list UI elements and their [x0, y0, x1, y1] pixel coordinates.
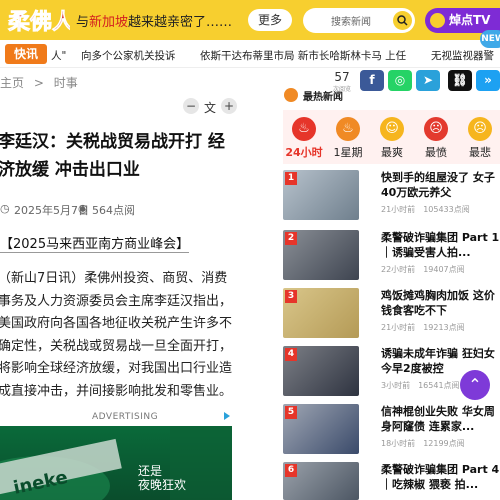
article-tag[interactable]: 【2025马来西亚南方商业峰会】 [0, 233, 190, 253]
tv-icon [430, 13, 445, 28]
article-body: （新山7日讯）柔佛州投资、商贸、消费事务及人力资源委员会主席李廷汉指出，美国政府… [0, 271, 233, 399]
new-badge: NEW [480, 30, 500, 48]
news-views: 105433点阅 [423, 205, 470, 214]
ad-text: 还是 夜晚狂欢 [138, 464, 187, 492]
arrow-up-icon: ⌃ [468, 375, 482, 394]
breadcrumb-home[interactable]: 主页 [0, 76, 24, 90]
link-icon: ⛓ [452, 73, 468, 87]
tab-1-week[interactable]: ♨ 1星期 [327, 110, 369, 164]
search-box[interactable]: 搜索新闻 [303, 8, 415, 33]
whatsapp-icon: ◎ [394, 73, 406, 87]
news-thumbnail[interactable]: 1 [283, 170, 359, 220]
hot-news-item[interactable]: 3 鸡饭摊鸡胸肉加饭 这价钱食客吃不下 21小时前 19213点阅 [283, 288, 500, 346]
header-tagline: 与新加坡越来越亲密了…… [76, 15, 233, 30]
hot-news-header: 最热新闻 [283, 88, 500, 108]
news-views: 12199点阅 [423, 439, 465, 448]
rank-badge: 2 [285, 232, 297, 245]
news-meta: 18小时前 12199点阅 [381, 438, 465, 449]
tab-saddest[interactable]: ☹ 最悲 [459, 110, 500, 164]
breadcrumb: 主页 > 时事 [0, 74, 78, 91]
news-title[interactable]: 柔警破诈骗集团 Part 1｜诱骗受害人拍... [381, 230, 500, 260]
fire-icon: ♨ [336, 117, 360, 141]
advertisement-image[interactable]: ineke 还是 夜晚狂欢 [0, 426, 232, 500]
news-thumbnail[interactable]: 3 [283, 288, 359, 338]
hot-news-title: 最热新闻 [303, 92, 343, 103]
font-decrease-button[interactable]: − [183, 98, 199, 114]
news-title[interactable]: 鸡饭摊鸡胸肉加饭 这价钱食客吃不下 [381, 288, 500, 318]
news-views: 19407点阅 [423, 265, 465, 274]
tab-label: 最爽 [381, 146, 403, 159]
news-title[interactable]: 快到手的组屋没了 女子40万欧元养父 [381, 170, 500, 200]
breadcrumb-separator: > [33, 76, 44, 90]
adchoices-icon[interactable] [222, 411, 232, 421]
news-time: 22小时前 [381, 265, 416, 274]
sad-icon: ☹ [468, 117, 492, 141]
ticker-item[interactable]: 无视监视器警 [431, 48, 494, 63]
news-meta: 3小时前 16541点阅 [381, 380, 460, 391]
hot-news-tabs: ♨ 24小时 ♨ 1星期 ☺ 最爽 ☹ 最愤 ☹ 最悲 [283, 110, 500, 164]
view-count: 57 [334, 70, 350, 84]
article-headline: 李廷汉：关税战贸易战开打 经济放缓 冲击出口业 [0, 132, 225, 180]
hot-news-item[interactable]: 6 柔警破诈骗集团 Part 4｜吃辣椒 猥亵 拍... [283, 462, 500, 500]
rank-badge: 4 [285, 348, 297, 361]
rank-badge: 6 [285, 464, 297, 477]
news-thumbnail[interactable]: 5 [283, 404, 359, 454]
telegram-icon: ➤ [422, 73, 434, 87]
news-time: 18小时前 [381, 439, 416, 448]
ticker-item[interactable]: 依斯干达布蒂里市局 新市长哈斯林卡马 上任 [200, 48, 406, 63]
news-views: 19213点阅 [423, 323, 465, 332]
news-time: 21小时前 [381, 323, 416, 332]
top-bar: 柔佛人 与新加坡越来越亲密了…… 更多 搜索新闻 焯点TV [0, 0, 500, 40]
rank-badge: 1 [285, 172, 297, 185]
font-size-control: − 文 + [183, 98, 238, 116]
ad-label: ADVERTISING [92, 412, 159, 422]
news-meta: 21小时前 105433点阅 [381, 204, 470, 215]
ticker-item[interactable]: 向多个公家机关投诉 [81, 48, 176, 63]
news-time: 3小时前 [381, 381, 411, 390]
ticker-item[interactable]: 人" [51, 48, 66, 63]
tab-happiest[interactable]: ☺ 最爽 [371, 110, 413, 164]
tab-angriest[interactable]: ☹ 最愤 [415, 110, 457, 164]
search-icon [397, 15, 408, 26]
tab-label: 最愤 [425, 146, 447, 159]
news-time: 21小时前 [381, 205, 416, 214]
news-title[interactable]: 信神棍创业失败 华女周身阿窿债 连累家... [381, 404, 500, 434]
news-thumbnail[interactable]: 6 [283, 462, 359, 500]
flash-label: 快讯 [5, 44, 47, 64]
tab-label: 24小时 [285, 146, 323, 159]
font-increase-button[interactable]: + [221, 98, 237, 114]
scroll-up-button[interactable]: ⌃ [460, 370, 490, 400]
svg-text:柔佛人: 柔佛人 [8, 10, 70, 35]
angry-icon: ☹ [424, 117, 448, 141]
news-meta: 21小时前 19213点阅 [381, 322, 465, 333]
rank-badge: 5 [285, 406, 297, 419]
news-meta: 22小时前 19407点阅 [381, 264, 465, 275]
tab-label: 1星期 [333, 146, 363, 159]
more-icon: » [484, 73, 492, 87]
hot-news-item[interactable]: 1 快到手的组屋没了 女子40万欧元养父 21小时前 105433点阅 [283, 170, 500, 228]
breadcrumb-section[interactable]: 时事 [54, 76, 78, 90]
tab-label: 最悲 [469, 146, 491, 159]
laugh-icon: ☺ [380, 117, 404, 141]
news-thumbnail[interactable]: 2 [283, 230, 359, 280]
article-views: 564点阅 [92, 204, 135, 217]
eye-icon: ◉ [78, 202, 88, 215]
hot-news-item[interactable]: 2 柔警破诈骗集团 Part 1｜诱骗受害人拍... 22小时前 19407点阅 [283, 230, 500, 288]
hot-tv-label: 焯点TV [449, 13, 491, 27]
search-placeholder[interactable]: 搜索新闻 [331, 13, 371, 28]
search-button[interactable] [393, 11, 412, 30]
site-logo[interactable]: 柔佛人 [6, 4, 74, 36]
news-title[interactable]: 柔警破诈骗集团 Part 4｜吃辣椒 猥亵 拍... [381, 462, 500, 492]
more-button[interactable]: 更多 [248, 9, 292, 31]
clock-icon: ◷ [0, 202, 10, 215]
news-views: 16541点阅 [418, 381, 460, 390]
rank-badge: 3 [285, 290, 297, 303]
facebook-icon: f [369, 73, 375, 87]
fire-icon: ♨ [292, 117, 316, 141]
news-ticker: 快讯 人" 向多个公家机关投诉 依斯干达布蒂里市局 新市长哈斯林卡马 上任 无视… [0, 40, 500, 68]
tab-24h[interactable]: ♨ 24小时 [283, 110, 325, 164]
hot-news-item[interactable]: 5 信神棍创业失败 华女周身阿窿债 连累家... 18小时前 12199点阅 [283, 404, 500, 462]
news-thumbnail[interactable]: 4 [283, 346, 359, 396]
font-label: 文 [204, 101, 217, 115]
